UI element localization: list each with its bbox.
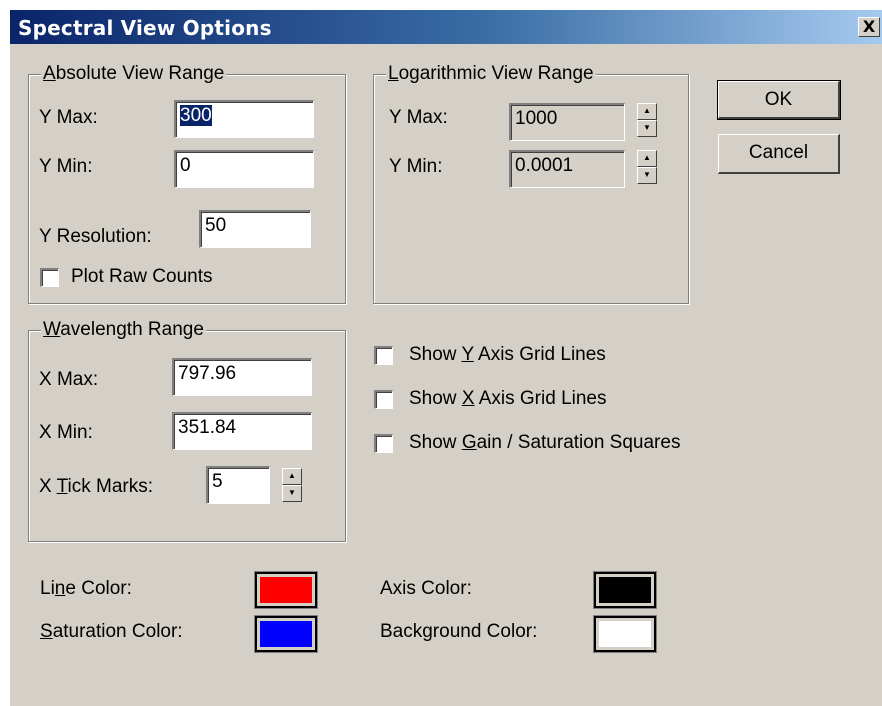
plot-raw-counts-label[interactable]: Plot Raw Counts	[71, 266, 213, 288]
log-y-min-value: 0.0001	[515, 155, 574, 176]
abs-y-max-input[interactable]: 300	[174, 100, 314, 138]
window-title: Spectral View Options	[18, 16, 272, 40]
show-gain-saturation-label[interactable]: Show Gain / Saturation Squares	[409, 432, 680, 454]
x-tick-marks-value: 5	[212, 471, 223, 492]
saturation-color-label: Saturation Color:	[40, 621, 183, 642]
wavelength-range-legend: Wavelength Range	[41, 319, 206, 341]
spectral-view-options-dialog: Spectral View Options X Absolute View Ra…	[8, 8, 882, 706]
log-y-min-down-arrow-icon[interactable]: ▼	[637, 167, 657, 184]
axis-color-label: Axis Color:	[380, 578, 472, 599]
x-tick-marks-spinner[interactable]: ▲ ▼	[282, 468, 302, 502]
x-tick-marks-input[interactable]: 5	[206, 466, 270, 504]
close-icon: X	[862, 17, 876, 36]
show-x-grid-label[interactable]: Show X Axis Grid Lines	[409, 388, 607, 410]
show-y-grid-label[interactable]: Show Y Axis Grid Lines	[409, 344, 606, 366]
saturation-color-swatch[interactable]	[255, 616, 317, 652]
x-tick-marks-label: X Tick Marks:	[39, 476, 154, 497]
abs-y-min-input[interactable]: 0	[174, 150, 314, 188]
y-resolution-label: Y Resolution:	[39, 226, 152, 247]
saturation-color-fill	[260, 621, 312, 647]
x-min-input[interactable]: 351.84	[172, 412, 312, 450]
logarithmic-view-range-legend: Logarithmic View Range	[386, 63, 596, 85]
x-tick-down-arrow-icon[interactable]: ▼	[282, 485, 302, 502]
log-y-max-spinner[interactable]: ▲ ▼	[637, 103, 657, 137]
ok-button[interactable]: OK	[717, 80, 841, 120]
cancel-button[interactable]: Cancel	[718, 134, 840, 174]
axis-color-fill	[599, 577, 651, 603]
x-max-label: X Max:	[39, 369, 99, 390]
abs-y-min-label: Y Min:	[39, 156, 93, 177]
x-max-value: 797.96	[178, 363, 237, 384]
y-resolution-input[interactable]: 50	[199, 210, 311, 248]
background-color-label: Background Color:	[380, 621, 538, 642]
x-tick-up-arrow-icon[interactable]: ▲	[282, 468, 302, 485]
abs-y-max-label: Y Max:	[39, 107, 98, 128]
log-y-max-down-arrow-icon[interactable]: ▼	[637, 120, 657, 137]
background-color-fill	[599, 621, 651, 647]
plot-raw-counts-checkbox[interactable]	[40, 268, 59, 287]
log-y-min-label: Y Min:	[389, 156, 443, 177]
x-min-value: 351.84	[178, 417, 237, 438]
y-resolution-value: 50	[205, 215, 227, 236]
abs-y-max-value: 300	[180, 105, 212, 126]
log-y-max-value: 1000	[515, 108, 558, 129]
show-x-grid-checkbox[interactable]	[374, 390, 393, 409]
show-y-grid-checkbox[interactable]	[374, 346, 393, 365]
log-y-min-up-arrow-icon[interactable]: ▲	[637, 150, 657, 167]
log-y-min-spinner[interactable]: ▲ ▼	[637, 150, 657, 184]
line-color-fill	[260, 577, 312, 603]
show-gain-saturation-checkbox[interactable]	[374, 434, 393, 453]
log-y-min-input[interactable]: 0.0001	[509, 150, 625, 188]
log-y-max-label: Y Max:	[389, 107, 448, 128]
line-color-swatch[interactable]	[255, 572, 317, 608]
abs-y-min-value: 0	[180, 155, 191, 176]
background-color-swatch[interactable]	[594, 616, 656, 652]
log-y-max-up-arrow-icon[interactable]: ▲	[637, 103, 657, 120]
title-bar[interactable]: Spectral View Options X	[10, 10, 882, 44]
axis-color-swatch[interactable]	[594, 572, 656, 608]
x-max-input[interactable]: 797.96	[172, 358, 312, 396]
log-y-max-input[interactable]: 1000	[509, 103, 625, 141]
absolute-view-range-legend: Absolute View Range	[41, 63, 227, 85]
line-color-label: Line Color:	[40, 578, 132, 599]
close-button[interactable]: X	[858, 17, 880, 37]
x-min-label: X Min:	[39, 422, 93, 443]
